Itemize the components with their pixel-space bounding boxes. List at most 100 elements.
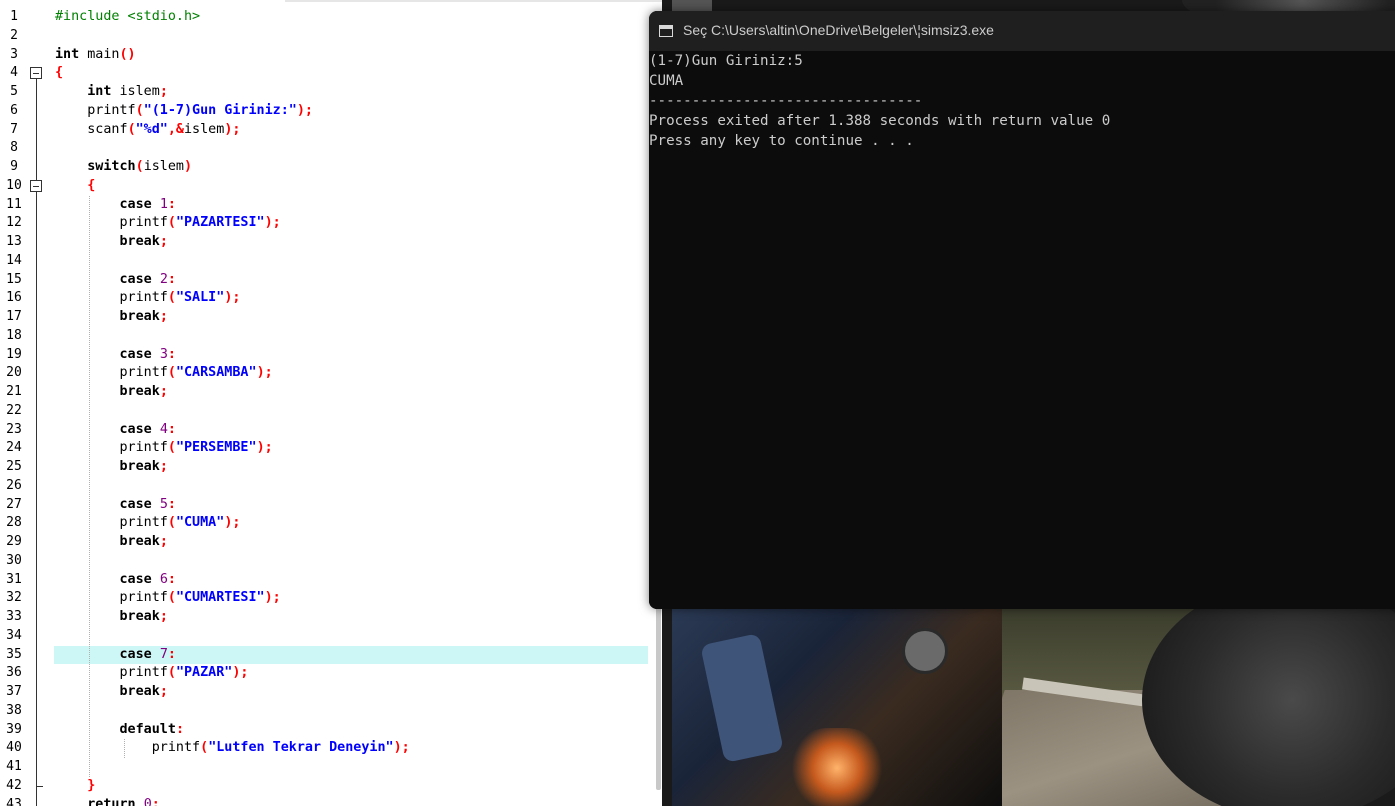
code-line[interactable]: 29 break; [0,533,662,552]
code-line[interactable]: 20 printf("CARSAMBA"); [0,364,662,383]
code-text[interactable]: { [55,64,63,83]
code-line[interactable]: 31 case 6: [0,571,662,590]
line-number: 38 [6,702,22,718]
code-text[interactable]: case 2: [55,271,176,290]
code-line[interactable]: 34 [0,627,662,646]
code-line[interactable]: 15 case 2: [0,271,662,290]
code-line[interactable]: 8 [0,139,662,158]
code-line[interactable]: 19 case 3: [0,346,662,365]
code-text[interactable]: break; [55,233,168,252]
code-line[interactable]: 21 break; [0,383,662,402]
code-line[interactable]: 9 switch(islem) [0,158,662,177]
console-output-line: (1-7)Gun Giriniz:5 [649,53,803,69]
code-line[interactable]: 22 [0,402,662,421]
code-line[interactable]: 23 case 4: [0,421,662,440]
code-line[interactable]: 32 printf("CUMARTESI"); [0,589,662,608]
code-text[interactable]: break; [55,683,168,702]
code-line[interactable]: 28 printf("CUMA"); [0,514,662,533]
code-line[interactable]: 12 printf("PAZARTESI"); [0,214,662,233]
code-text[interactable]: break; [55,308,168,327]
code-text[interactable]: case 3: [55,346,176,365]
line-number: 12 [6,215,22,231]
code-line[interactable]: 11 case 1: [0,196,662,215]
code-token: 7 [159,646,168,662]
code-text[interactable]: printf("PAZAR"); [55,664,248,683]
code-text[interactable]: { [55,177,95,196]
code-line[interactable]: 33 break; [0,608,662,627]
code-line[interactable]: 35 case 7: [0,645,662,665]
code-text[interactable]: printf("CUMA"); [55,514,240,533]
code-text[interactable]: printf("SALI"); [55,289,240,308]
code-text[interactable]: break; [55,533,168,552]
code-text[interactable]: printf("(1-7)Gun Giriniz:"); [55,102,313,121]
console-output[interactable]: (1-7)Gun Giriniz:5 CUMA ------------------… [649,51,1395,609]
code-text[interactable]: case 1: [55,196,176,215]
code-line[interactable]: 5 int islem; [0,83,662,102]
console-titlebar[interactable]: Seç C:\Users\altin\OneDrive\Belgeler\¦si… [649,11,1395,51]
code-line[interactable]: 40 printf("Lutfen Tekrar Deneyin"); [0,739,662,758]
code-editor[interactable]: 1 #include <stdio.h> 2 3 int main() 4{5 int i… [0,0,662,806]
console-output-line: -------------------------------- [649,93,923,109]
code-text[interactable]: return 0; [55,796,160,806]
line-number: 32 [6,590,22,606]
code-line[interactable]: 24 printf("PERSEMBE"); [0,439,662,458]
code-text[interactable]: switch(islem) [55,158,192,177]
code-line[interactable]: 4{ [0,64,662,83]
code-line[interactable]: 18 [0,327,662,346]
code-line[interactable]: 7 scanf("%d",&islem); [0,121,662,140]
code-line[interactable]: 1 #include <stdio.h> [0,8,662,27]
code-line[interactable]: 2 [0,27,662,46]
code-token: int [55,46,80,62]
code-text[interactable]: #include <stdio.h> [55,8,200,27]
code-line[interactable]: 13 break; [0,233,662,252]
code-line[interactable]: 25 break; [0,458,662,477]
code-line[interactable]: 38 [0,702,662,721]
code-text[interactable]: case 4: [55,421,176,440]
code-line[interactable]: 37 break; [0,683,662,702]
code-token: ( [167,365,176,381]
code-line[interactable]: 39 default: [0,721,662,740]
code-token: "%d" [135,121,168,137]
code-text[interactable]: case 6: [55,571,176,590]
code-line[interactable]: 41 [0,758,662,777]
code-line[interactable]: 30 [0,552,662,571]
line-number: 16 [6,290,22,306]
code-text[interactable]: printf("CARSAMBA"); [55,364,272,383]
code-token: () [119,46,136,62]
code-line[interactable]: 16 printf("SALI"); [0,289,662,308]
code-text[interactable]: int main() [55,46,136,65]
code-token: break [119,609,160,624]
code-token: ; [159,609,168,624]
code-text[interactable]: break; [55,458,168,477]
code-line[interactable]: 42 } [0,777,662,796]
line-number: 41 [6,759,22,774]
line-number: 11 [6,196,22,212]
code-text[interactable]: default: [55,721,185,740]
code-line[interactable]: 17 break; [0,308,662,327]
code-text[interactable]: } [55,777,95,796]
line-number: 35 [6,646,22,662]
code-line[interactable]: 6 printf("(1-7)Gun Giriniz:"); [0,102,662,121]
code-line[interactable]: 26 [0,477,662,496]
code-text[interactable]: case 7: [55,646,176,665]
code-text[interactable]: printf("Lutfen Tekrar Deneyin"); [55,739,410,758]
line-number: 27 [6,496,22,512]
code-token: break [119,459,160,474]
code-line[interactable]: 36 printf("PAZAR"); [0,664,662,683]
code-text[interactable]: int islem; [55,83,168,102]
code-text[interactable]: scanf("%d",&islem); [55,121,240,140]
code-token: ; [151,796,160,806]
code-text[interactable]: case 5: [55,496,176,515]
code-line[interactable]: 3 int main() [0,46,662,65]
code-line[interactable]: 14 [0,252,662,271]
code-text[interactable]: break; [55,608,168,627]
code-text[interactable]: printf("PERSEMBE"); [55,439,272,458]
console-window[interactable]: Seç C:\Users\altin\OneDrive\Belgeler\¦si… [649,11,1395,609]
code-text[interactable]: break; [55,383,168,402]
code-line[interactable]: 27 case 5: [0,496,662,515]
code-line[interactable]: 10 { [0,177,662,196]
code-line[interactable]: 43 return 0; [0,796,662,806]
wallpaper-robot [672,608,1002,806]
